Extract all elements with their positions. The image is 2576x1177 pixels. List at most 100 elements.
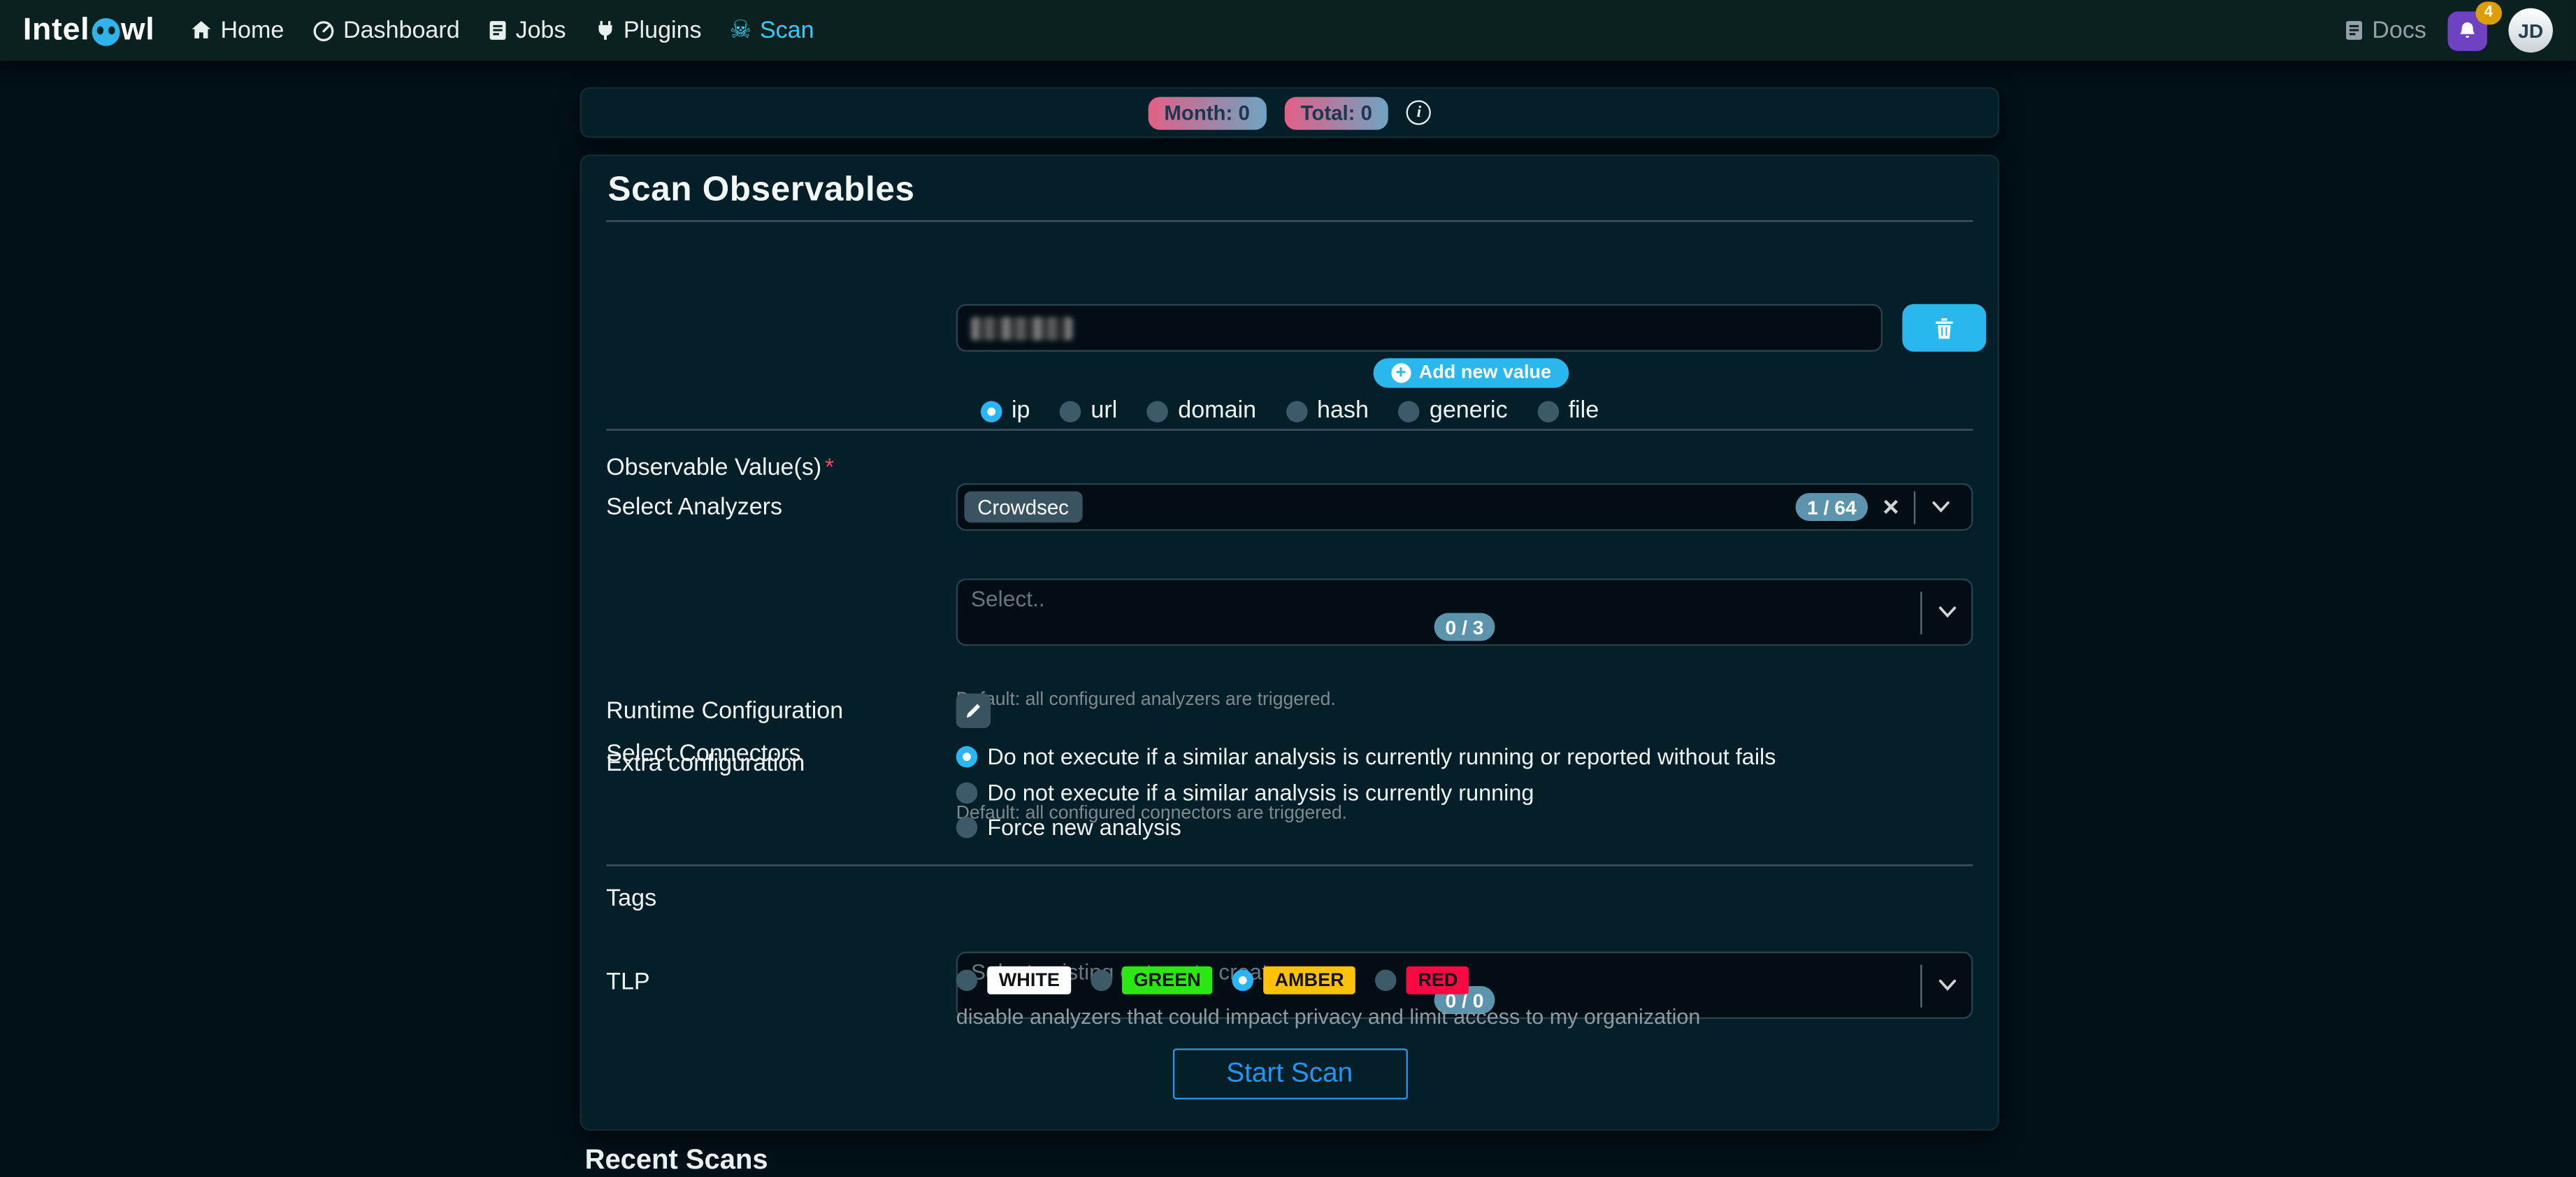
radio-type-generic[interactable]: generic [1398,398,1507,425]
divider [606,429,1973,430]
select-analyzers-label: Select Analyzers [606,494,782,521]
radio-icon [1091,970,1113,992]
tlp-green-badge: GREEN [1122,966,1212,994]
nav-label: Home [220,17,284,44]
select-connectors-field[interactable]: Select.. 0 / 3 [956,578,1973,645]
nav-label: Scan [760,17,814,44]
nav-item-dashboard[interactable]: Dashboard [312,17,459,44]
runtime-configuration-label: Runtime Configuration [606,699,843,725]
radio-label: domain [1178,398,1256,425]
connectors-placeholder: Select.. [971,587,1958,611]
nav-label: Dashboard [343,17,460,44]
brand-text-post: wl [121,13,155,49]
radio-type-domain[interactable]: domain [1147,398,1256,425]
required-asterisk: * [825,455,834,482]
tags-label: Tags [606,886,656,913]
select-controls: 1 / 64 × [1796,490,1965,523]
chevron-down-icon[interactable] [1922,606,1972,618]
selected-analyzer-chip[interactable]: Crowdsec [964,492,1081,523]
trash-icon [1934,316,1955,339]
observable-value-label: Observable Value(s)* [606,455,834,482]
divider [606,864,1973,866]
radio-label: generic [1430,398,1508,425]
page-title: Scan Observables [607,171,914,210]
quota-card: Month: 0 Total: 0 i [580,87,1999,138]
radio-extra-no-exec-running[interactable]: Do not execute if a similar analysis is … [956,780,1776,804]
radio-icon [1398,400,1420,422]
bell-icon [2458,20,2477,41]
radio-tlp-green[interactable]: GREEN [1091,966,1213,994]
owl-logo-icon [92,18,120,46]
radio-icon [956,746,978,768]
avatar[interactable]: JD [2508,8,2552,52]
radio-icon [980,400,1002,422]
page: Intelwl Home Dashboard Jobs Plugins ☠ Sc… [0,0,2576,1157]
tlp-red-badge: RED [1406,966,1469,994]
radio-type-ip[interactable]: ip [980,398,1030,425]
radio-label: url [1091,398,1117,425]
nav-item-home[interactable]: Home [191,17,284,44]
recent-scans-heading: Recent Scans [585,1144,768,1177]
home-icon [191,20,213,41]
extra-configuration-group: Do not execute if a similar analysis is … [956,745,1776,840]
clear-selection-icon[interactable]: × [1868,493,1914,521]
radio-icon [1375,970,1397,992]
nav-label: Jobs [516,17,566,44]
radio-tlp-white[interactable]: WHITE [956,966,1072,994]
notification-count-badge: 4 [2475,1,2502,24]
radio-icon [1060,400,1081,422]
connectors-count-badge: 0 / 3 [1434,613,1495,641]
radio-label: Do not execute if a similar analysis is … [987,745,1776,769]
radio-icon [956,817,978,839]
jobs-icon [488,20,508,41]
tlp-group: WHITE GREEN AMBER RED disable analyzers … [956,966,1981,1029]
analyzers-count-badge: 1 / 64 [1796,493,1868,521]
radio-extra-force-new[interactable]: Force new analysis [956,815,1776,840]
radio-type-url[interactable]: url [1060,398,1118,425]
divider [606,220,1973,222]
redacted-value [971,316,1073,339]
tlp-white-badge: WHITE [987,966,1071,994]
pencil-icon [964,701,982,720]
brand-logo[interactable]: Intelwl [23,13,155,49]
scan-skull-icon: ☠ [730,18,752,43]
nav-item-jobs[interactable]: Jobs [488,17,566,44]
radio-type-hash[interactable]: hash [1286,398,1369,425]
radio-type-file[interactable]: file [1537,398,1599,425]
navbar: Intelwl Home Dashboard Jobs Plugins ☠ Sc… [0,0,2576,61]
add-new-value-button[interactable]: + Add new value [1373,358,1569,387]
radio-icon [956,781,978,803]
radio-extra-no-exec-without-fails[interactable]: Do not execute if a similar analysis is … [956,745,1776,769]
plus-icon: + [1391,363,1411,383]
nav-item-scan[interactable]: ☠ Scan [730,17,814,44]
radio-icon [956,970,978,992]
radio-icon [1147,400,1169,422]
select-analyzers-field[interactable]: Crowdsec 1 / 64 × [956,483,1973,531]
tlp-amber-badge: AMBER [1263,966,1355,994]
radio-tlp-red[interactable]: RED [1375,966,1469,994]
nav-item-plugins[interactable]: Plugins [594,17,702,44]
radio-tlp-amber[interactable]: AMBER [1232,966,1355,994]
docs-link[interactable]: Docs [2344,17,2426,44]
total-quota-badge: Total: 0 [1284,96,1388,129]
analyzers-helper-text: Default: all configured analyzers are tr… [956,690,1336,710]
scan-form-card: Scan Observables ip url domain hash gene… [580,155,1999,1131]
extra-configuration-label: Extra configuration [606,751,805,778]
radio-icon [1232,970,1253,992]
submit-row: Start Scan [582,1048,1998,1099]
observable-value-input[interactable] [956,304,1883,352]
notifications-button[interactable]: 4 [2447,10,2487,50]
observable-type-group: ip url domain hash generic file [582,398,1998,425]
month-quota-badge: Month: 0 [1148,96,1266,129]
quota-info-icon[interactable]: i [1406,100,1431,124]
edit-runtime-config-button[interactable] [956,694,991,728]
dashboard-icon [312,19,335,42]
radio-label: ip [1012,398,1030,425]
start-scan-button[interactable]: Start Scan [1172,1048,1407,1099]
delete-value-button[interactable] [1902,304,1986,352]
select-controls [1920,580,1971,645]
brand-text-pre: Intel [23,13,89,49]
chevron-down-icon[interactable] [1915,501,1965,513]
plugins-icon [594,20,616,41]
add-value-row: + Add new value [956,358,1986,387]
